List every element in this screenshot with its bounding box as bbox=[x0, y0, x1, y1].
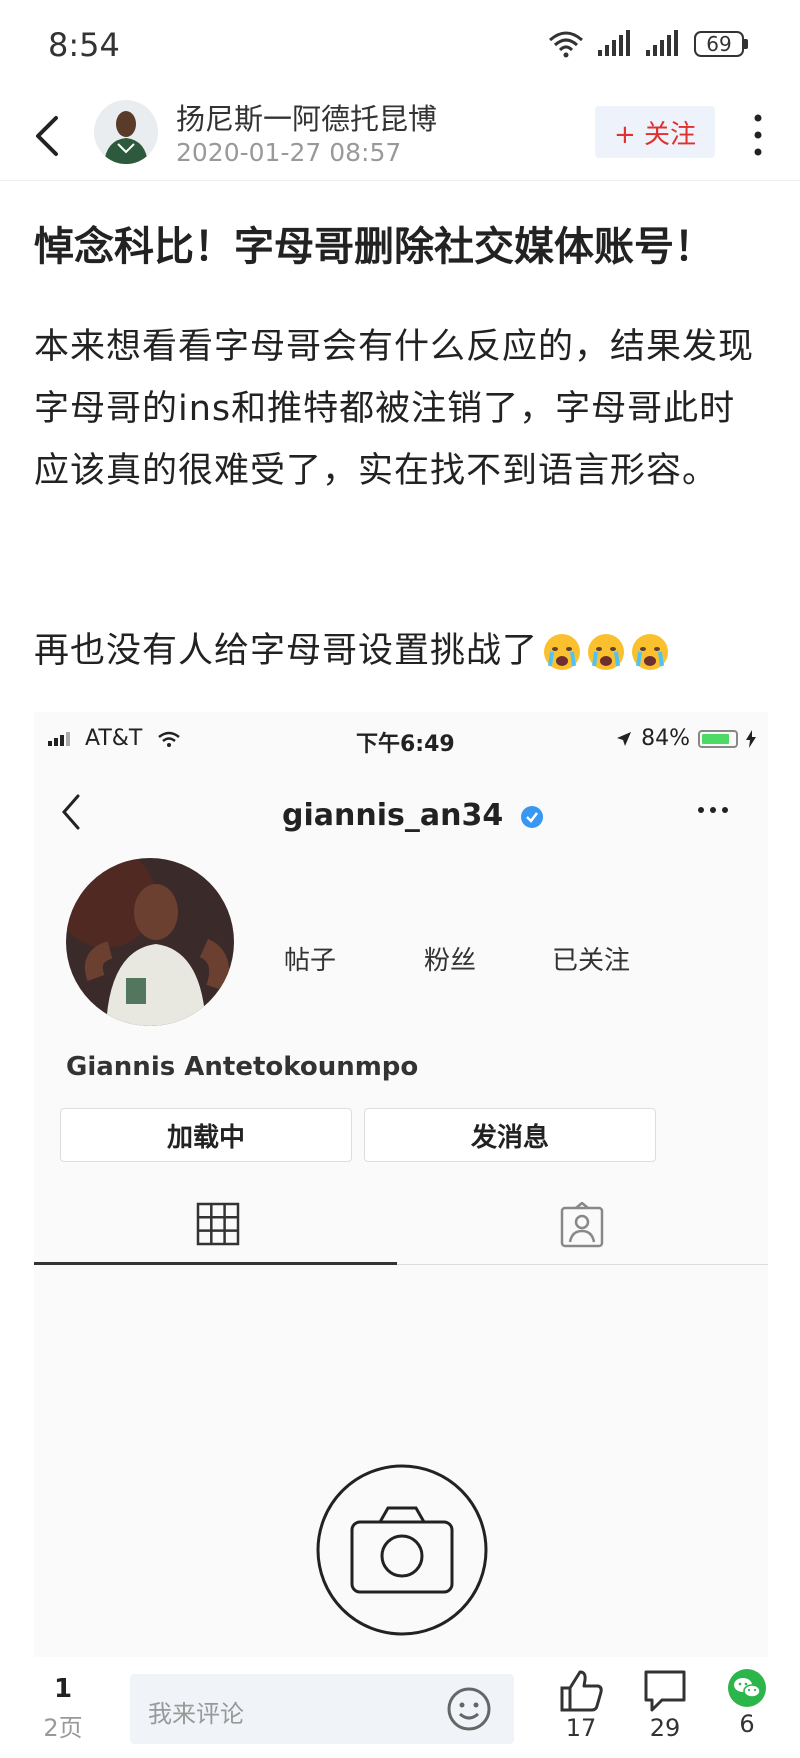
wechat-icon bbox=[728, 1669, 766, 1707]
post-date: 2020-01-27 08:57 bbox=[176, 138, 402, 167]
author-name[interactable]: 扬尼斯一阿德托昆博 bbox=[176, 96, 437, 138]
comment-placeholder: 我来评论 bbox=[148, 1700, 244, 1728]
wechat-share-button[interactable]: 6 bbox=[712, 1668, 782, 1738]
crying-emoji-icon bbox=[544, 634, 581, 670]
ig-profile-picture[interactable] bbox=[66, 858, 234, 1026]
ig-more-icon[interactable] bbox=[696, 800, 730, 820]
comment-button[interactable]: 29 bbox=[630, 1668, 700, 1742]
back-arrow-icon[interactable] bbox=[28, 112, 68, 160]
article-paragraph-1: 本来想看看字母哥会有什么反应的，结果发现字母哥的ins和推特都被注销了，字母哥此… bbox=[34, 327, 755, 491]
wifi-icon bbox=[549, 31, 583, 58]
status-bar: 8:54 69 bbox=[0, 0, 800, 92]
ig-back-icon[interactable] bbox=[58, 792, 82, 832]
ig-battery-icon bbox=[698, 729, 738, 748]
emoji-picker-icon[interactable] bbox=[446, 1686, 492, 1732]
ig-wifi-icon bbox=[158, 731, 181, 747]
ig-tabs bbox=[34, 1192, 768, 1265]
page-current: 1 bbox=[53, 1674, 73, 1704]
follow-button[interactable]: + 关注 bbox=[595, 106, 715, 158]
like-count: 17 bbox=[565, 1714, 597, 1742]
ig-tab-indicator bbox=[34, 1262, 397, 1265]
post-header: 扬尼斯一阿德托昆博 2020-01-27 08:57 + 关注 bbox=[0, 92, 800, 181]
comment-count: 29 bbox=[649, 1714, 681, 1742]
bottom-bar: 1 2页 我来评论 17 29 6 bbox=[0, 1658, 800, 1758]
location-arrow-icon bbox=[617, 731, 632, 746]
signal-icon bbox=[598, 30, 630, 56]
page-indicator[interactable]: 1 2页 bbox=[38, 1674, 88, 1743]
ig-username-text: giannis_an34 bbox=[282, 798, 504, 833]
ig-clock: 下午6:49 bbox=[356, 732, 455, 757]
comment-input[interactable]: 我来评论 bbox=[130, 1674, 514, 1744]
charging-icon bbox=[746, 729, 756, 748]
ig-full-name: Giannis Antetokounmpo bbox=[66, 1052, 419, 1082]
status-icons: 69 bbox=[548, 30, 748, 58]
thumbs-up-icon bbox=[560, 1670, 603, 1712]
ig-status-bar: AT&T 下午6:49 84% bbox=[34, 712, 768, 762]
ig-status-right: 84% bbox=[615, 726, 756, 751]
battery-level: 69 bbox=[694, 31, 744, 57]
crying-emoji-icon bbox=[632, 634, 669, 670]
article-paragraph-2: 再也没有人给字母哥设置挑战了 bbox=[34, 620, 766, 682]
ig-loading-button[interactable]: 加载中 bbox=[60, 1108, 352, 1162]
ig-battery-pct: 84% bbox=[641, 726, 690, 751]
signal-icon-2 bbox=[646, 30, 678, 56]
ig-stat-posts[interactable]: 帖子 bbox=[284, 940, 336, 977]
ig-carrier-text: AT&T bbox=[85, 726, 143, 751]
tagged-photos-icon[interactable] bbox=[558, 1202, 606, 1250]
ig-signal-icon bbox=[48, 732, 70, 746]
like-button[interactable]: 17 bbox=[546, 1668, 616, 1742]
camera-icon bbox=[316, 1464, 488, 1636]
ig-message-button[interactable]: 发消息 bbox=[364, 1108, 656, 1162]
status-time: 8:54 bbox=[48, 26, 120, 64]
ig-nav-bar: giannis_an34 bbox=[34, 766, 768, 856]
battery-icon: 69 bbox=[694, 31, 748, 57]
verified-badge-icon bbox=[520, 805, 543, 828]
grid-icon[interactable] bbox=[196, 1202, 240, 1246]
more-options-icon[interactable] bbox=[748, 110, 768, 160]
author-avatar[interactable] bbox=[94, 100, 158, 164]
ig-stat-following[interactable]: 已关注 bbox=[552, 940, 630, 977]
comment-bubble-icon bbox=[644, 1670, 686, 1712]
ig-carrier: AT&T bbox=[48, 726, 181, 751]
share-count: 6 bbox=[739, 1710, 755, 1738]
ig-stat-followers[interactable]: 粉丝 bbox=[424, 940, 476, 977]
crying-emoji-icon bbox=[588, 634, 625, 670]
page-total: 2页 bbox=[43, 1714, 83, 1742]
embedded-screenshot[interactable]: AT&T 下午6:49 84% giannis_an34 帖子 粉丝 已关注 G… bbox=[34, 712, 768, 1657]
paragraph-2-text: 再也没有人给字母哥设置挑战了 bbox=[34, 631, 539, 671]
article-title: 悼念科比！字母哥删除社交媒体账号！ bbox=[34, 224, 714, 270]
ig-username: giannis_an34 bbox=[282, 798, 544, 833]
